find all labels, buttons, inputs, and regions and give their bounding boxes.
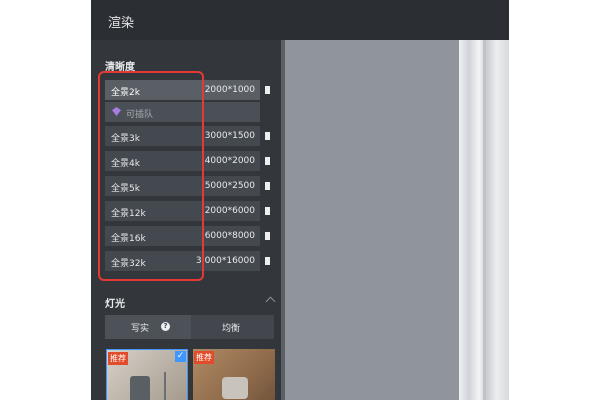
check-icon: ✓ [175,351,186,362]
resolution-option-name: 全景32k [111,259,146,269]
option-toggle[interactable] [265,232,270,240]
resolution-section-title: 清晰度 [105,62,135,73]
queue-jump-option[interactable]: 可插队 [105,102,260,122]
resolution-option-name: 全景16k [111,234,146,244]
resolution-option-5k[interactable]: 全景5k 5000*2500 [105,176,260,196]
lighting-preset-thumbnail[interactable]: 推荐 [193,349,275,400]
queue-jump-label: 可插队 [126,110,154,120]
resolution-option-value: 2000*6000 [204,206,255,216]
resolution-option-12k[interactable]: 全景12k 2000*6000 [105,201,260,221]
option-toggle[interactable] [265,182,270,190]
chair-illustration [222,377,248,399]
option-toggle[interactable] [265,157,270,165]
tab-balanced-label: 均衡 [222,324,241,334]
resolution-option-value: 4000*2000 [204,156,255,166]
lighting-preset-thumbnail[interactable]: 推荐 ✓ [106,349,188,400]
recommended-badge: 推荐 [194,351,214,364]
resolution-option-value: 2000*1000 [204,85,255,95]
option-toggle[interactable] [265,257,270,265]
resolution-option-value: 3:000*16000 [195,256,255,266]
resolution-option-3k[interactable]: 全景3k 3000*1500 [105,126,260,146]
tab-realistic-label: 写实 [131,324,150,334]
resolution-option-name: 全景4k [111,159,140,169]
render-preview-viewport [281,40,509,400]
resolution-option-name: 全景3k [111,134,140,144]
panel-header: 渲染 [91,0,509,40]
option-toggle[interactable] [265,86,270,94]
tab-balanced[interactable]: 均衡 [191,315,274,339]
chair-illustration [130,376,150,400]
resolution-option-16k[interactable]: 全景16k 6000*8000 [105,226,260,246]
preview-seam [483,40,486,400]
resolution-option-name: 全景2k [111,88,140,98]
resolution-option-name: 全景12k [111,209,146,219]
collapse-icon[interactable] [265,296,276,307]
recommended-badge: 推荐 [108,352,128,365]
tab-realistic[interactable]: 写实 ? [105,315,191,339]
resolution-option-name: 全景5k [111,184,140,194]
lighting-section-title: 灯光 [105,299,125,310]
panel-title: 渲染 [108,16,135,31]
resolution-option-4k[interactable]: 全景4k 4000*2000 [105,151,260,171]
lamp-illustration [164,372,166,400]
option-toggle[interactable] [265,207,270,215]
help-icon[interactable]: ? [161,322,170,331]
resolution-option-32k[interactable]: 全景32k 3:000*16000 [105,251,260,271]
option-toggle[interactable] [265,132,270,140]
resolution-option-value: 6000*8000 [204,231,255,241]
preview-wall [281,40,459,400]
diamond-icon [112,107,121,116]
resolution-option-2k[interactable]: 全景2k 2000*1000 [105,80,260,100]
resolution-option-value: 3000*1500 [204,131,255,141]
resolution-option-value: 5000*2500 [204,181,255,191]
